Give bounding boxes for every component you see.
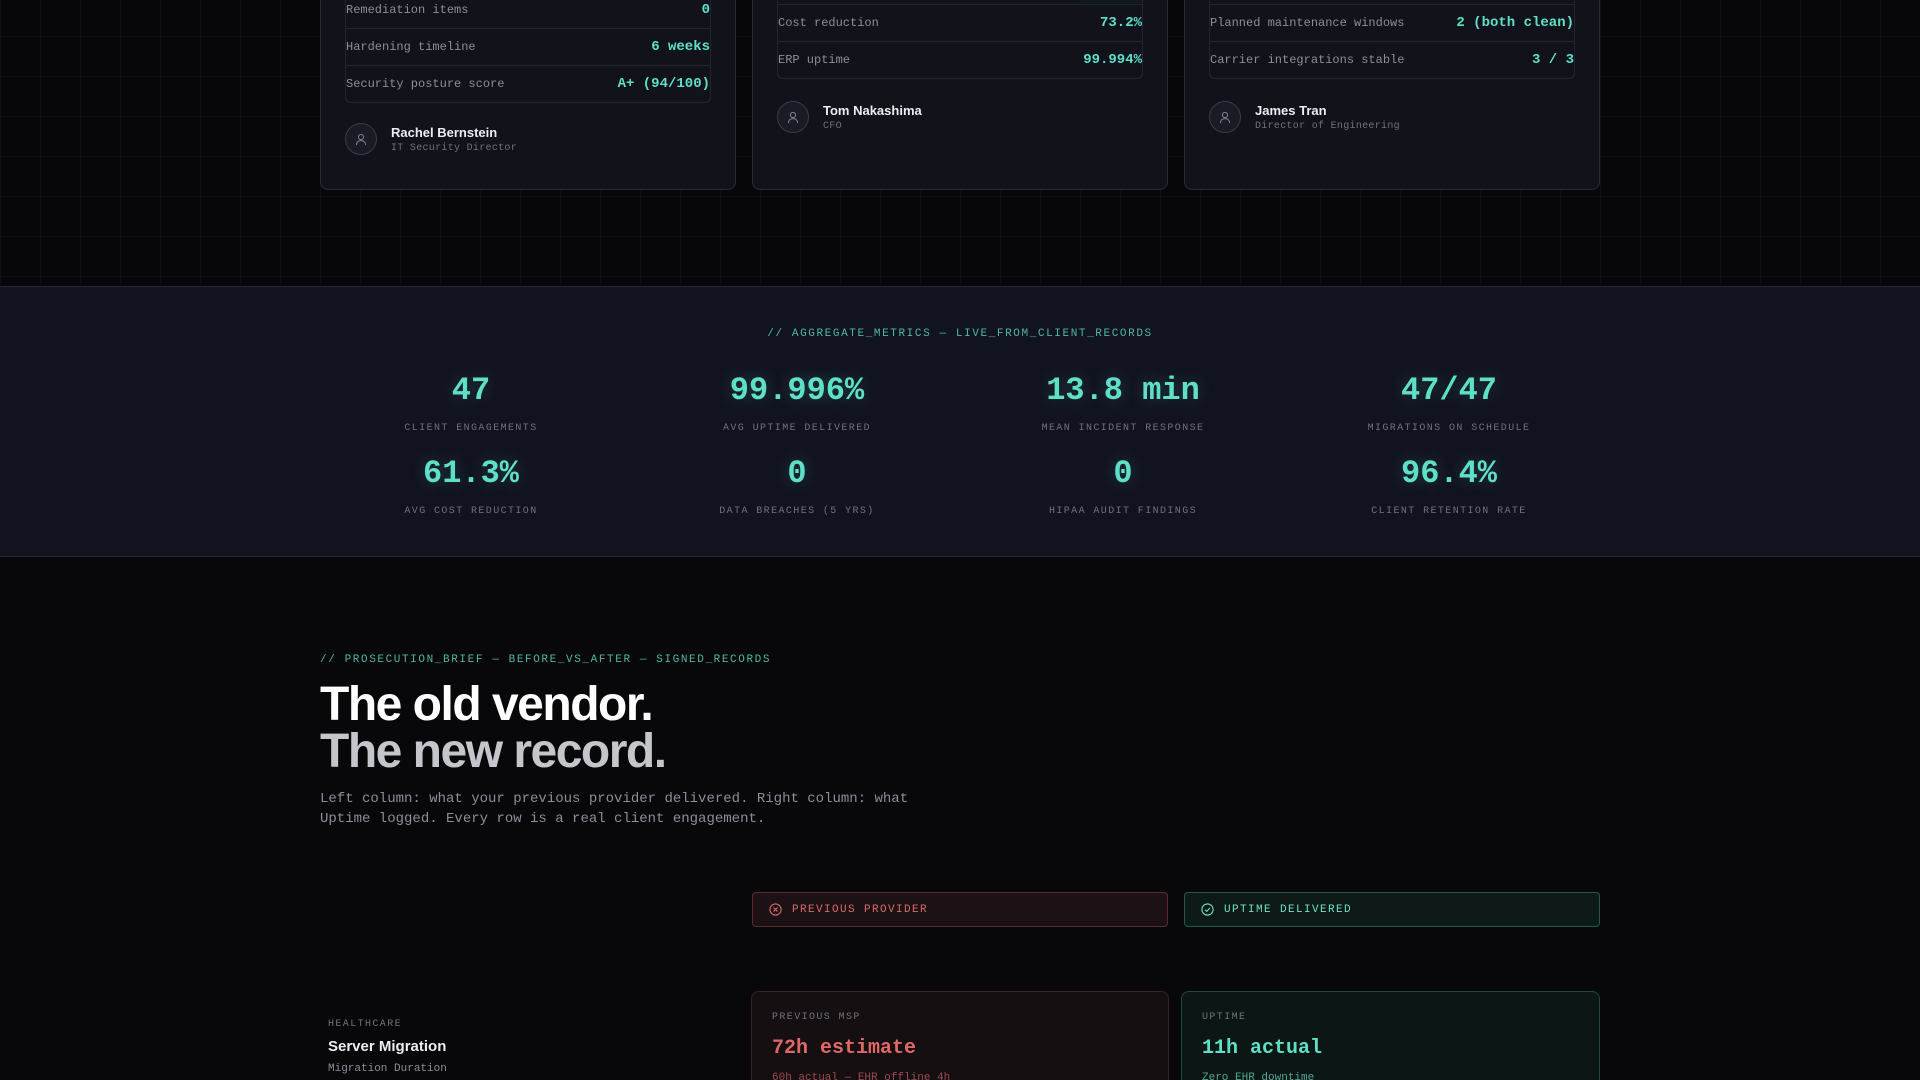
stat-label: AVG COST REDUCTION xyxy=(404,506,538,517)
metric-label: Planned maintenance windows xyxy=(1210,16,1405,30)
column-header-label: UPTIME DELIVERED xyxy=(1224,903,1353,916)
metric-label: Remediation items xyxy=(346,2,469,17)
metric-row: Remediation items 0 xyxy=(346,0,710,28)
stat-incident-response: 13.8 min MEAN INCIDENT RESPONSE xyxy=(963,372,1283,434)
testimonial-card-2: Cost reduction 73.2% ERP uptime 99.994% … xyxy=(752,0,1168,190)
author-name: Rachel Bernstein xyxy=(391,124,498,140)
stat-label: DATA BREACHES (5 YRS) xyxy=(719,506,875,517)
page-subtitle: The new record. xyxy=(320,725,667,778)
stat-value: 61.3% xyxy=(422,455,519,492)
stat-value: 96.4% xyxy=(1400,455,1497,492)
stat-migrations: 47/47 MIGRATIONS ON SCHEDULE xyxy=(1289,372,1609,434)
metric-label: ERP uptime xyxy=(778,53,851,67)
metric-table: Remediation items 0 Hardening timeline 6… xyxy=(345,0,711,103)
metric-table: Cost reduction 73.2% ERP uptime 99.994% xyxy=(777,0,1143,79)
metric-row: Hardening timeline 6 weeks xyxy=(346,28,710,65)
card-label: UPTIME xyxy=(1202,1012,1247,1023)
page-title: The old vendor. xyxy=(320,678,654,731)
stat-client-engagements: 47 CLIENT ENGAGEMENTS xyxy=(311,372,631,434)
card-note: 60h actual — EHR offline 4h xyxy=(772,1072,951,1080)
stat-label: MEAN INCIDENT RESPONSE xyxy=(1041,423,1205,434)
metric-value: 73.2% xyxy=(1099,15,1142,31)
section-kicker: // AGGREGATE_METRICS — LIVE_FROM_CLIENT_… xyxy=(767,328,1153,340)
previous-provider-header: PREVIOUS PROVIDER xyxy=(752,892,1168,927)
metric-row: Planned maintenance windows 2 (both clea… xyxy=(1210,4,1574,41)
metric-row: Cost reduction 73.2% xyxy=(778,4,1142,41)
stat-value: 99.996% xyxy=(729,372,865,409)
testimonial-author: Rachel Bernstein IT Security Director xyxy=(345,123,517,155)
metric-label: Cost reduction xyxy=(778,16,879,30)
card-note: Zero EHR downtime xyxy=(1202,1072,1315,1080)
stat-data-breaches: 0 DATA BREACHES (5 YRS) xyxy=(637,455,957,517)
metric-table: Planned maintenance windows 2 (both clea… xyxy=(1209,0,1575,79)
author-title: Director of Engineering xyxy=(1255,120,1400,132)
testimonial-card-3: Planned maintenance windows 2 (both clea… xyxy=(1184,0,1600,190)
author-name: James Tran xyxy=(1255,102,1327,118)
stat-label: MIGRATIONS ON SCHEDULE xyxy=(1367,423,1531,434)
metric-label: Hardening timeline xyxy=(346,40,476,54)
stat-label: HIPAA AUDIT FINDINGS xyxy=(1048,506,1198,517)
metric-label: Security posture score xyxy=(346,77,505,91)
user-icon xyxy=(1209,101,1241,133)
stat-cost-reduction: 61.3% AVG COST REDUCTION xyxy=(311,455,631,517)
industry-label: HEALTHCARE xyxy=(328,1019,403,1030)
column-header-label: PREVIOUS PROVIDER xyxy=(792,903,929,916)
author-name: Tom Nakashima xyxy=(823,102,922,118)
author-title: CFO xyxy=(823,120,842,132)
metric-label: Carrier integrations stable xyxy=(1210,53,1405,67)
user-icon xyxy=(345,123,377,155)
stat-value: 0 xyxy=(787,455,807,492)
comparison-row-meta: HEALTHCARE Server Migration Migration Du… xyxy=(328,1019,447,1075)
metric-row: ERP uptime 99.994% xyxy=(778,41,1142,78)
stat-value: 0 xyxy=(1113,455,1133,492)
stat-hipaa-findings: 0 HIPAA AUDIT FINDINGS xyxy=(963,455,1283,517)
section-kicker: // PROSECUTION_BRIEF — BEFORE_VS_AFTER —… xyxy=(320,654,772,666)
metric-value: 3 / 3 xyxy=(1531,52,1574,68)
uptime-delivered-header: UPTIME DELIVERED xyxy=(1184,892,1600,927)
metric-row: Security posture score A+ (94/100) xyxy=(346,65,710,102)
metric-value: A+ (94/100) xyxy=(617,76,710,92)
stat-label: CLIENT RETENTION RATE xyxy=(1371,506,1527,517)
engagement-title: Server Migration xyxy=(328,1038,447,1055)
check-circle-icon xyxy=(1201,903,1214,916)
section-description: Left column: what your previous provider… xyxy=(320,791,909,827)
stat-value: 47 xyxy=(451,372,491,409)
engagement-metric: Migration Duration xyxy=(328,1063,447,1075)
stat-avg-uptime: 99.996% AVG UPTIME DELIVERED xyxy=(637,372,957,434)
metric-value: 0 xyxy=(701,1,710,18)
metric-row: Carrier integrations stable 3 / 3 xyxy=(1210,41,1574,78)
uptime-delivered-card: UPTIME 11h actual Zero EHR downtime xyxy=(1181,991,1600,1080)
stat-value: 47/47 xyxy=(1400,372,1497,409)
stat-label: AVG UPTIME DELIVERED xyxy=(722,423,872,434)
metric-row-partial xyxy=(778,0,1142,4)
author-title: IT Security Director xyxy=(391,142,518,154)
testimonial-author: Tom Nakashima CFO xyxy=(777,101,922,133)
card-value: 72h estimate xyxy=(772,1037,917,1060)
stat-retention-rate: 96.4% CLIENT RETENTION RATE xyxy=(1289,455,1609,517)
metric-value: 99.994% xyxy=(1083,52,1142,68)
metric-value: 6 weeks xyxy=(651,39,710,55)
testimonial-card-1: Remediation items 0 Hardening timeline 6… xyxy=(320,0,736,190)
user-icon xyxy=(777,101,809,133)
stat-label: CLIENT ENGAGEMENTS xyxy=(404,423,538,434)
aggregate-metrics-band: // AGGREGATE_METRICS — LIVE_FROM_CLIENT_… xyxy=(0,286,1920,557)
previous-provider-card: PREVIOUS MSP 72h estimate 60h actual — E… xyxy=(751,991,1169,1080)
x-circle-icon xyxy=(769,903,782,916)
testimonial-author: James Tran Director of Engineering xyxy=(1209,101,1400,133)
card-label: PREVIOUS MSP xyxy=(772,1012,861,1023)
card-value: 11h actual xyxy=(1202,1037,1323,1060)
stat-value: 13.8 min xyxy=(1046,372,1200,409)
metric-value: 2 (both clean) xyxy=(1456,15,1574,31)
